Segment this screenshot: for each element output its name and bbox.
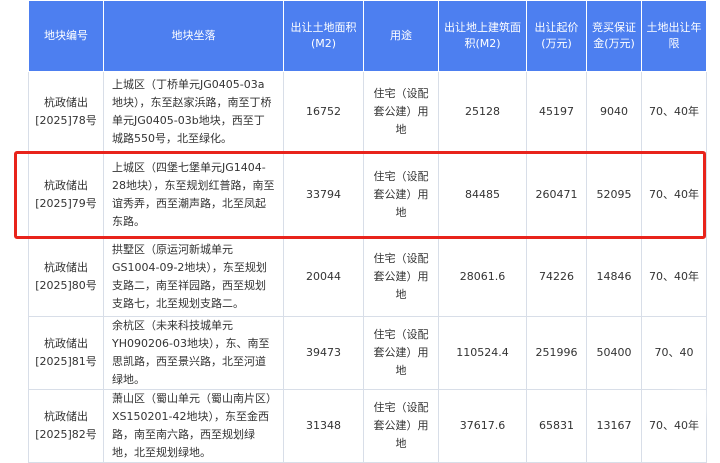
table-row: 杭政储出[2025]78号 上城区（丁桥单元JG0405-03a地块），东至赵家… (28, 71, 707, 153)
land-area: 20044 (283, 237, 364, 317)
parcel-location: 上城区（丁桥单元JG0405-03a地块），东至赵家浜路，南至丁桥单元JG040… (103, 71, 284, 153)
table-row: 杭政储出[2025]82号 萧山区（蜀山单元（蜀山南片区）XS150201-42… (28, 389, 707, 463)
parcel-id: 杭政储出[2025]82号 (28, 389, 104, 463)
deposit: 13167 (586, 389, 642, 463)
header-deposit: 竞买保证金(万元) (586, 0, 642, 72)
header-usage: 用途 (363, 0, 439, 72)
parcel-id: 杭政储出[2025]79号 (28, 152, 104, 238)
land-usage: 住宅（设配套公建）用地 (363, 316, 439, 390)
building-area: 84485 (438, 152, 527, 238)
deposit: 50400 (586, 316, 642, 390)
land-usage: 住宅（设配套公建）用地 (363, 237, 439, 317)
building-area: 25128 (438, 71, 527, 153)
deposit: 52095 (586, 152, 642, 238)
parcel-id: 杭政储出[2025]80号 (28, 237, 104, 317)
parcel-location: 萧山区（蜀山单元（蜀山南片区）XS150201-42地块），东至金西路，南至南六… (103, 389, 284, 463)
header-parcel-id: 地块编号 (28, 0, 104, 72)
start-price: 251996 (526, 316, 587, 390)
parcel-id: 杭政储出[2025]78号 (28, 71, 104, 153)
table-row: 杭政储出[2025]81号 余杭区（未来科技城单元YH090206-03地块），… (28, 316, 707, 390)
parcel-location: 余杭区（未来科技城单元YH090206-03地块），东、南至思凯路，西至景兴路，… (103, 316, 284, 390)
land-area: 16752 (283, 71, 364, 153)
building-area: 28061.6 (438, 237, 527, 317)
land-area: 33794 (283, 152, 364, 238)
deposit: 9040 (586, 71, 642, 153)
header-row: 地块编号 地块坐落 出让土地面积(M2) 用途 出让地上建筑面积(M2) 出让起… (28, 0, 707, 72)
deposit: 14846 (586, 237, 642, 317)
table-row: 杭政储出[2025]79号 上城区（四堡七堡单元JG1404-28地块），东至规… (28, 152, 707, 238)
header-start-price: 出让起价(万元) (526, 0, 587, 72)
land-usage: 住宅（设配套公建）用地 (363, 152, 439, 238)
start-price: 260471 (526, 152, 587, 238)
table-row: 杭政储出[2025]80号 拱墅区（原运河新城单元GS1004-09-2地块），… (28, 237, 707, 317)
parcel-location: 拱墅区（原运河新城单元GS1004-09-2地块），东至规划支路二，南至祥园路，… (103, 237, 284, 317)
start-price: 74226 (526, 237, 587, 317)
land-usage: 住宅（设配套公建）用地 (363, 389, 439, 463)
start-price: 45197 (526, 71, 587, 153)
land-area: 31348 (283, 389, 364, 463)
term-years: 70、40年 (641, 71, 707, 153)
term-years: 70、40年 (641, 152, 707, 238)
land-area: 39473 (283, 316, 364, 390)
header-land-area: 出让土地面积(M2) (283, 0, 364, 72)
header-building-area: 出让地上建筑面积(M2) (438, 0, 527, 72)
term-years: 70、40年 (641, 237, 707, 317)
term-years: 70、40 (641, 316, 707, 390)
building-area: 110524.4 (438, 316, 527, 390)
land-usage: 住宅（设配套公建）用地 (363, 71, 439, 153)
term-years: 70、40年 (641, 389, 707, 463)
header-term: 土地出让年限 (641, 0, 707, 72)
land-auction-table: 地块编号 地块坐落 出让土地面积(M2) 用途 出让地上建筑面积(M2) 出让起… (28, 0, 707, 463)
parcel-location: 上城区（四堡七堡单元JG1404-28地块），东至规划红普路，南至谊秀弄，西至潮… (103, 152, 284, 238)
parcel-id: 杭政储出[2025]81号 (28, 316, 104, 390)
building-area: 37617.6 (438, 389, 527, 463)
start-price: 65831 (526, 389, 587, 463)
header-location: 地块坐落 (103, 0, 284, 72)
